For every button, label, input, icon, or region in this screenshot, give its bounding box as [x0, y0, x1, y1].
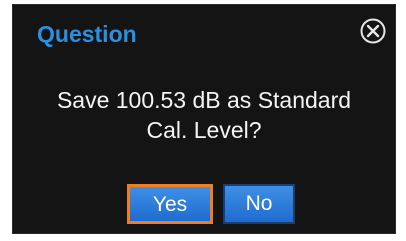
close-icon — [360, 18, 386, 44]
dialog-message: Save 100.53 dB as Standard Cal. Level? — [13, 85, 395, 145]
dialog-title: Question — [37, 21, 137, 47]
close-button[interactable] — [359, 17, 387, 45]
question-dialog: Question Save 100.53 dB as Standard Cal.… — [12, 4, 396, 234]
message-line-1: Save 100.53 dB as Standard — [56, 87, 352, 113]
yes-button[interactable]: Yes — [127, 184, 213, 224]
message-line-2: Cal. Level? — [146, 117, 262, 143]
no-button[interactable]: No — [223, 184, 295, 224]
